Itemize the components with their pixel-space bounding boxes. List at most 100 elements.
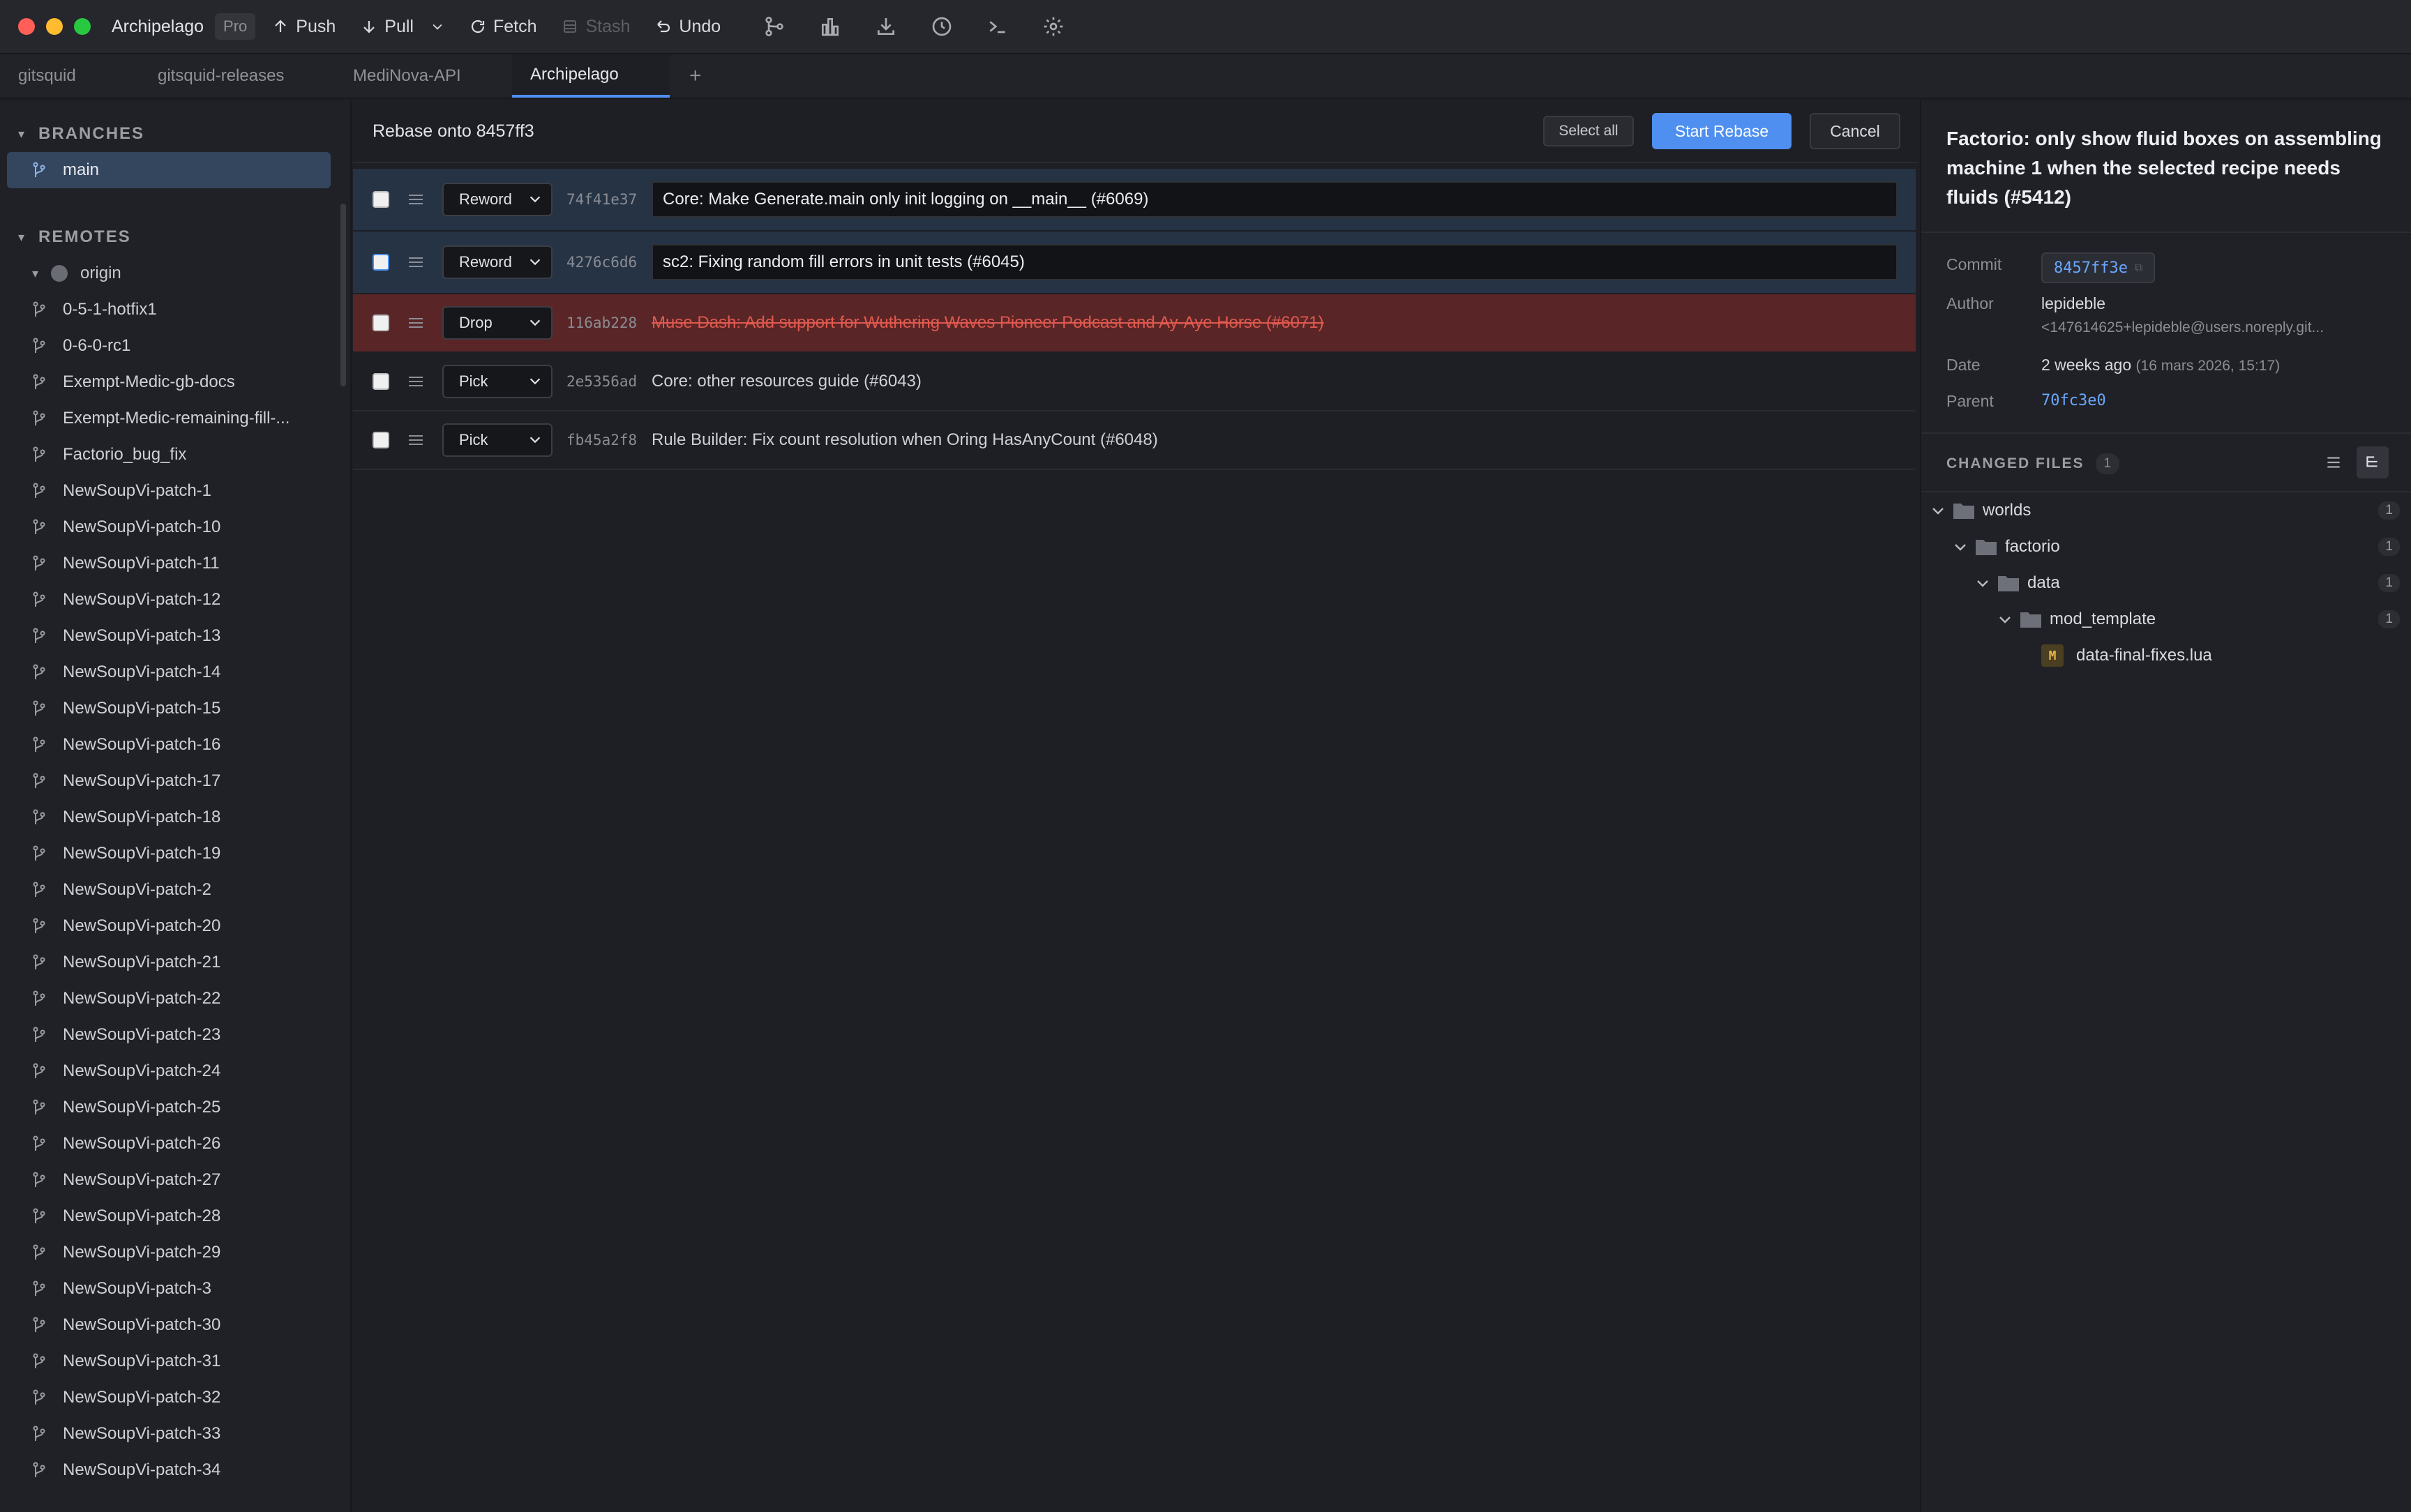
- tree-view-button[interactable]: [2357, 446, 2389, 478]
- remote-branch-item[interactable]: NewSoupVi-patch-28: [0, 1198, 350, 1234]
- remote-branch-item[interactable]: NewSoupVi-patch-15: [0, 690, 350, 727]
- terminal-button[interactable]: [986, 15, 1009, 38]
- drag-handle-icon[interactable]: [409, 255, 423, 270]
- remote-branch-item[interactable]: NewSoupVi-patch-31: [0, 1343, 350, 1379]
- commit-message-input[interactable]: Core: Make Generate.main only init loggi…: [652, 181, 1898, 218]
- remote-branch-item[interactable]: 0-6-0-rc1: [0, 328, 350, 364]
- tab-gitsquid-releases[interactable]: gitsquid-releases: [140, 54, 335, 98]
- remote-branch-item[interactable]: Exempt-Medic-remaining-fill-...: [0, 400, 350, 437]
- remote-branch-item[interactable]: NewSoupVi-patch-12: [0, 582, 350, 618]
- branches-section-header[interactable]: ▾ BRANCHES: [0, 116, 350, 152]
- commit-hash: 2e5356ad: [566, 373, 638, 390]
- drag-handle-icon[interactable]: [409, 192, 423, 207]
- tree-file-item[interactable]: M data-final-fixes.lua: [1921, 637, 2411, 674]
- remote-branch-item[interactable]: NewSoupVi-patch-34: [0, 1452, 350, 1488]
- list-view-button[interactable]: [2318, 446, 2350, 478]
- tree-folder-worlds[interactable]: worlds 1: [1921, 492, 2411, 529]
- settings-button[interactable]: [1042, 15, 1065, 38]
- zoom-window-button[interactable]: [74, 18, 91, 35]
- tree-folder-data[interactable]: data 1: [1921, 565, 2411, 601]
- pull-button[interactable]: Pull: [361, 17, 444, 37]
- remote-branch-item[interactable]: Factorio_bug_fix: [0, 437, 350, 473]
- drag-handle-icon[interactable]: [409, 315, 423, 331]
- author-name: lepideble: [2041, 294, 2106, 312]
- file-count-badge: 1: [2378, 501, 2400, 520]
- chevron-down-icon[interactable]: [430, 20, 444, 33]
- remote-branch-item[interactable]: NewSoupVi-patch-30: [0, 1307, 350, 1343]
- remote-branch-item[interactable]: NewSoupVi-patch-22: [0, 981, 350, 1017]
- remote-branch-item[interactable]: NewSoupVi-patch-16: [0, 727, 350, 763]
- stash-button[interactable]: Stash: [562, 17, 630, 37]
- drag-handle-icon[interactable]: [409, 374, 423, 389]
- copy-icon[interactable]: ⧉: [2135, 261, 2142, 275]
- tree-folder-factorio[interactable]: factorio 1: [1921, 529, 2411, 565]
- remote-branch-item[interactable]: NewSoupVi-patch-14: [0, 654, 350, 690]
- remote-branch-item[interactable]: NewSoupVi-patch-18: [0, 799, 350, 836]
- rebase-action-select[interactable]: Pick: [442, 365, 553, 398]
- download-button[interactable]: [874, 15, 898, 38]
- drag-handle-icon[interactable]: [409, 432, 423, 448]
- history-icon: [932, 17, 952, 36]
- remote-branch-item[interactable]: NewSoupVi-patch-27: [0, 1162, 350, 1198]
- remote-branch-item[interactable]: NewSoupVi-patch-23: [0, 1017, 350, 1053]
- remote-branch-item[interactable]: NewSoupVi-patch-29: [0, 1234, 350, 1271]
- branch-icon: [33, 1280, 45, 1296]
- remotes-section-header[interactable]: ▾ REMOTES: [0, 219, 350, 255]
- remote-origin[interactable]: ▾ origin: [0, 255, 350, 292]
- commit-checkbox[interactable]: [373, 254, 389, 271]
- undo-button[interactable]: Undo: [655, 17, 721, 37]
- remote-branch-item[interactable]: NewSoupVi-patch-32: [0, 1379, 350, 1416]
- rebase-title: Rebase onto 8457ff3: [373, 121, 534, 141]
- close-window-button[interactable]: [18, 18, 35, 35]
- tab-gitsquid[interactable]: gitsquid: [0, 54, 140, 98]
- history-button[interactable]: [930, 15, 954, 38]
- commit-checkbox[interactable]: [373, 191, 389, 208]
- branch-graph-button[interactable]: [763, 15, 786, 38]
- remote-branch-item[interactable]: NewSoupVi-patch-13: [0, 618, 350, 654]
- cancel-button[interactable]: Cancel: [1810, 113, 1900, 149]
- remote-branch-item[interactable]: NewSoupVi-patch-10: [0, 509, 350, 545]
- push-button[interactable]: Push: [272, 17, 336, 37]
- add-tab-button[interactable]: +: [670, 54, 721, 98]
- branch-name: NewSoupVi-patch-1: [63, 481, 212, 500]
- remote-branch-item[interactable]: NewSoupVi-patch-26: [0, 1126, 350, 1162]
- changed-files-header: CHANGED FILES 1: [1946, 453, 2120, 474]
- remote-branch-item[interactable]: NewSoupVi-patch-11: [0, 545, 350, 582]
- fetch-label: Fetch: [493, 16, 537, 36]
- remote-branch-item[interactable]: NewSoupVi-patch-1: [0, 473, 350, 509]
- start-rebase-button[interactable]: Start Rebase: [1652, 113, 1792, 149]
- parent-hash-link[interactable]: 70fc3e0: [2041, 392, 2106, 409]
- remote-branch-item[interactable]: 0-5-1-hotfix1: [0, 292, 350, 328]
- commit-hash-chip[interactable]: 8457ff3e ⧉: [2041, 252, 2156, 283]
- remote-branch-item[interactable]: NewSoupVi-patch-33: [0, 1416, 350, 1452]
- commit-message-input[interactable]: sc2: Fixing random fill errors in unit t…: [652, 244, 1898, 280]
- commit-checkbox[interactable]: [373, 432, 389, 448]
- remote-branch-item[interactable]: NewSoupVi-patch-24: [0, 1053, 350, 1089]
- sidebar-scrollbar[interactable]: [340, 204, 346, 386]
- remote-branch-item[interactable]: NewSoupVi-patch-21: [0, 944, 350, 981]
- rebase-action-select[interactable]: Pick: [442, 423, 553, 457]
- branch-item-main[interactable]: main: [7, 152, 331, 188]
- tab-archipelago[interactable]: Archipelago: [512, 54, 670, 98]
- rebase-action-select[interactable]: Drop: [442, 306, 553, 340]
- tree-folder-mod-template[interactable]: mod_template 1: [1921, 601, 2411, 637]
- select-all-button[interactable]: Select all: [1543, 116, 1634, 146]
- remote-branch-item[interactable]: NewSoupVi-patch-2: [0, 872, 350, 908]
- commit-checkbox[interactable]: [373, 315, 389, 331]
- rebase-action-select[interactable]: Reword: [442, 245, 553, 279]
- remote-branch-item[interactable]: NewSoupVi-patch-20: [0, 908, 350, 944]
- stats-button[interactable]: [818, 15, 842, 38]
- chevron-down-icon: [529, 259, 541, 266]
- minimize-window-button[interactable]: [46, 18, 63, 35]
- remotes-heading: REMOTES: [38, 227, 131, 246]
- fetch-button[interactable]: Fetch: [470, 16, 537, 37]
- remote-branch-item[interactable]: NewSoupVi-patch-3: [0, 1271, 350, 1307]
- remote-branch-item[interactable]: Exempt-Medic-gb-docs: [0, 364, 350, 400]
- remote-branch-item[interactable]: NewSoupVi-patch-25: [0, 1089, 350, 1126]
- branch-name: NewSoupVi-patch-24: [63, 1061, 221, 1080]
- rebase-action-select[interactable]: Reword: [442, 183, 553, 216]
- commit-checkbox[interactable]: [373, 373, 389, 390]
- tab-medinova-api[interactable]: MediNova-API: [335, 54, 512, 98]
- remote-branch-item[interactable]: NewSoupVi-patch-17: [0, 763, 350, 799]
- remote-branch-item[interactable]: NewSoupVi-patch-19: [0, 836, 350, 872]
